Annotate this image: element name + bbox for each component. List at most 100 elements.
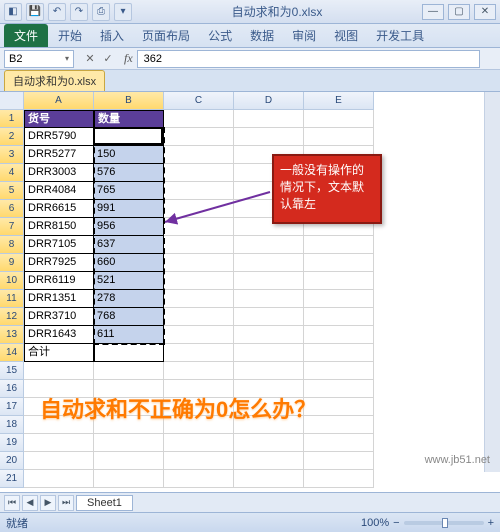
cell-b11[interactable]: 278 — [94, 290, 164, 308]
cell-empty[interactable] — [234, 470, 304, 488]
cell-b5[interactable]: 765 — [94, 182, 164, 200]
cell-empty[interactable] — [164, 362, 234, 380]
row-header-19[interactable]: 19 — [0, 434, 24, 452]
tab-data[interactable]: 数据 — [242, 24, 282, 47]
row-header-20[interactable]: 20 — [0, 452, 24, 470]
col-header-e[interactable]: E — [304, 92, 374, 110]
cell-b13[interactable]: 611 — [94, 326, 164, 344]
cell-a12[interactable]: DRR3710 — [24, 308, 94, 326]
cell-b3[interactable]: 150 — [94, 146, 164, 164]
select-all-corner[interactable] — [0, 92, 24, 110]
save-icon[interactable]: 💾 — [26, 3, 44, 21]
cell-empty[interactable] — [164, 326, 234, 344]
row-header-6[interactable]: 6 — [0, 200, 24, 218]
cell-empty[interactable] — [234, 236, 304, 254]
cell-a5[interactable]: DRR4084 — [24, 182, 94, 200]
tab-formulas[interactable]: 公式 — [200, 24, 240, 47]
cell-b9[interactable]: 660 — [94, 254, 164, 272]
cell-empty[interactable] — [304, 344, 374, 362]
cell-empty[interactable] — [234, 128, 304, 146]
formula-bar[interactable]: 362 — [137, 50, 480, 68]
cell-a6[interactable]: DRR6615 — [24, 200, 94, 218]
row-header-1[interactable]: 1 — [0, 110, 24, 128]
cell-a3[interactable]: DRR5277 — [24, 146, 94, 164]
worksheet-area[interactable]: A B C D E 123456789101112131415161718192… — [0, 92, 500, 492]
cell-a13[interactable]: DRR1643 — [24, 326, 94, 344]
cell-empty[interactable] — [164, 164, 234, 182]
vertical-scrollbar[interactable] — [484, 92, 500, 472]
sheet-nav-first-icon[interactable]: ⏮ — [4, 495, 20, 511]
cell-empty[interactable] — [94, 470, 164, 488]
cancel-formula-icon[interactable]: ✕ — [82, 51, 98, 67]
sheet-nav-last-icon[interactable]: ⏭ — [58, 495, 74, 511]
name-box[interactable]: B2 ▾ — [4, 50, 74, 68]
cell-a2[interactable]: DRR5790 — [24, 128, 94, 146]
cell-b7[interactable]: 956 — [94, 218, 164, 236]
zoom-slider[interactable] — [404, 521, 484, 525]
cell-empty[interactable] — [164, 452, 234, 470]
cell-empty[interactable] — [24, 434, 94, 452]
cell-empty[interactable] — [234, 290, 304, 308]
sheet-tab-sheet1[interactable]: Sheet1 — [76, 495, 133, 511]
sheet-nav-prev-icon[interactable]: ◀ — [22, 495, 38, 511]
cell-empty[interactable] — [234, 308, 304, 326]
tab-developer[interactable]: 开发工具 — [368, 24, 432, 47]
cell-empty[interactable] — [164, 200, 234, 218]
cell-a8[interactable]: DRR7105 — [24, 236, 94, 254]
cell-b14-total[interactable] — [94, 344, 164, 362]
cell-empty[interactable] — [164, 470, 234, 488]
cell-empty[interactable] — [24, 452, 94, 470]
cell-empty[interactable] — [304, 362, 374, 380]
cell-empty[interactable] — [304, 452, 374, 470]
cell-empty[interactable] — [304, 308, 374, 326]
cell-empty[interactable] — [234, 344, 304, 362]
fx-icon[interactable]: fx — [120, 51, 137, 66]
tab-view[interactable]: 视图 — [326, 24, 366, 47]
close-button[interactable]: ✕ — [474, 4, 496, 20]
row-header-15[interactable]: 15 — [0, 362, 24, 380]
cell-b4[interactable]: 576 — [94, 164, 164, 182]
zoom-control[interactable]: 100% − + — [361, 517, 494, 529]
cell-empty[interactable] — [164, 290, 234, 308]
cell-empty[interactable] — [164, 110, 234, 128]
row-header-8[interactable]: 8 — [0, 236, 24, 254]
cell-b8[interactable]: 637 — [94, 236, 164, 254]
app-menu-icon[interactable]: ◧ — [4, 3, 22, 21]
row-header-11[interactable]: 11 — [0, 290, 24, 308]
tab-page-layout[interactable]: 页面布局 — [134, 24, 198, 47]
enter-formula-icon[interactable]: ✓ — [100, 51, 116, 67]
cell-b1-header[interactable]: 数量 — [94, 110, 164, 128]
row-header-16[interactable]: 16 — [0, 380, 24, 398]
row-header-21[interactable]: 21 — [0, 470, 24, 488]
row-header-12[interactable]: 12 — [0, 308, 24, 326]
cell-empty[interactable] — [94, 362, 164, 380]
cell-b2[interactable]: 362 — [94, 128, 164, 146]
row-header-4[interactable]: 4 — [0, 164, 24, 182]
cell-empty[interactable] — [94, 452, 164, 470]
cell-empty[interactable] — [164, 236, 234, 254]
cell-b12[interactable]: 768 — [94, 308, 164, 326]
row-header-13[interactable]: 13 — [0, 326, 24, 344]
cell-b10[interactable]: 521 — [94, 272, 164, 290]
row-header-7[interactable]: 7 — [0, 218, 24, 236]
cell-empty[interactable] — [164, 272, 234, 290]
col-header-d[interactable]: D — [234, 92, 304, 110]
cell-empty[interactable] — [94, 434, 164, 452]
row-header-2[interactable]: 2 — [0, 128, 24, 146]
document-tab-active[interactable]: 自动求和为0.xlsx — [4, 70, 105, 91]
cell-empty[interactable] — [304, 290, 374, 308]
cell-a7[interactable]: DRR8150 — [24, 218, 94, 236]
cell-empty[interactable] — [234, 110, 304, 128]
cell-empty[interactable] — [164, 182, 234, 200]
cell-empty[interactable] — [304, 470, 374, 488]
cell-a4[interactable]: DRR3003 — [24, 164, 94, 182]
chevron-down-icon[interactable]: ▾ — [65, 54, 69, 63]
zoom-in-icon[interactable]: + — [488, 517, 494, 529]
col-header-c[interactable]: C — [164, 92, 234, 110]
row-header-5[interactable]: 5 — [0, 182, 24, 200]
row-header-17[interactable]: 17 — [0, 398, 24, 416]
row-header-14[interactable]: 14 — [0, 344, 24, 362]
col-header-b[interactable]: B — [94, 92, 164, 110]
cell-empty[interactable] — [234, 326, 304, 344]
qat-more-icon[interactable]: ▾ — [114, 3, 132, 21]
